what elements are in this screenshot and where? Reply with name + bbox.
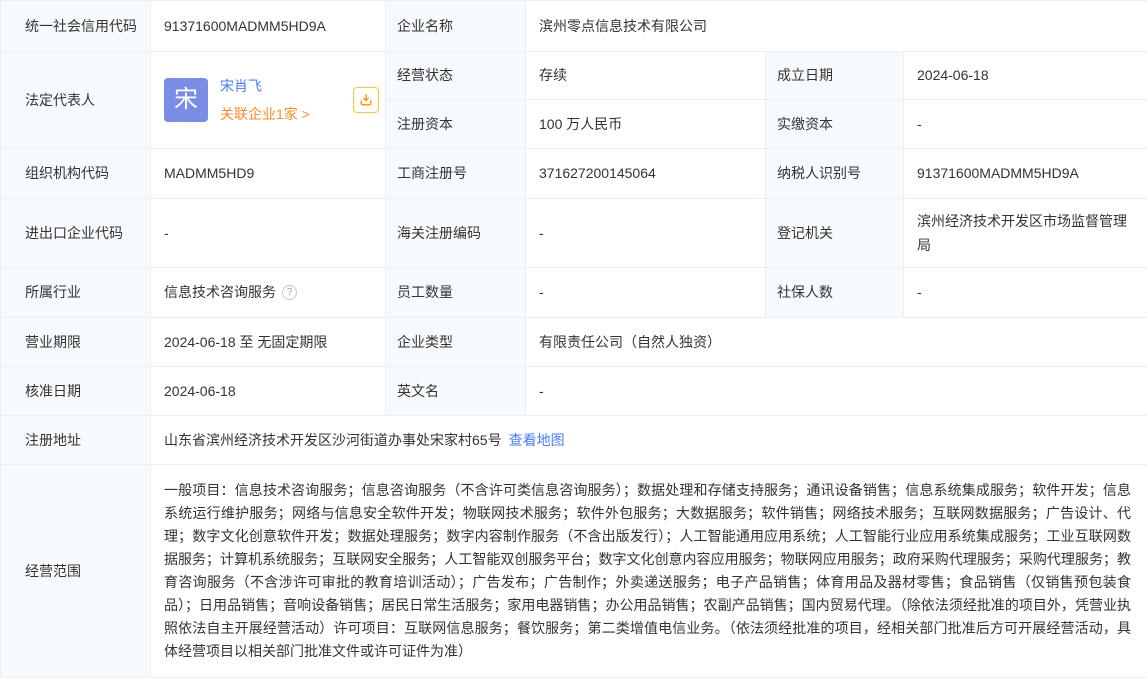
status-value: 存续 <box>526 52 766 100</box>
help-icon[interactable]: ? <box>282 285 297 300</box>
legal-rep-label: 法定代表人 <box>1 52 151 149</box>
employees-value: - <box>526 268 766 318</box>
establish-date-label: 成立日期 <box>766 52 904 100</box>
legal-rep-cell: 宋 宋肖飞 关联企业1家 > <box>151 52 386 149</box>
employees-label: 员工数量 <box>386 268 526 318</box>
company-name-label: 企业名称 <box>386 1 526 52</box>
biz-reg-no-label: 工商注册号 <box>386 149 526 199</box>
industry-cell: 信息技术咨询服务 ? <box>151 268 386 318</box>
credit-code-label: 统一社会信用代码 <box>1 1 151 52</box>
approval-date-value: 2024-06-18 <box>151 367 386 416</box>
registry-value: 滨州经济技术开发区市场监督管理局 <box>904 199 1147 268</box>
industry-value: 信息技术咨询服务 <box>164 282 276 302</box>
registry-label: 登记机关 <box>766 199 904 268</box>
address-cell: 山东省滨州经济技术开发区沙河街道办事处宋家村65号 查看地图 <box>151 416 1147 465</box>
legal-rep-info: 宋肖飞 关联企业1家 > <box>220 76 310 124</box>
biz-reg-no-value: 371627200145064 <box>526 149 766 199</box>
paid-capital-value: - <box>904 100 1147 149</box>
company-type-label: 企业类型 <box>386 318 526 367</box>
address-label: 注册地址 <box>1 416 151 465</box>
scope-label: 经营范围 <box>1 465 151 678</box>
scope-value: 一般项目：信息技术咨询服务；信息咨询服务（不含许可类信息咨询服务）；数据处理和存… <box>151 465 1147 678</box>
org-code-value: MADMM5HD9 <box>151 149 386 199</box>
customs-code-label: 海关注册编码 <box>386 199 526 268</box>
english-name-label: 英文名 <box>386 367 526 416</box>
credit-code-value: 91371600MADMM5HD9A <box>151 1 386 52</box>
org-code-label: 组织机构代码 <box>1 149 151 199</box>
company-graph-button[interactable] <box>353 87 379 113</box>
reg-capital-label: 注册资本 <box>386 100 526 149</box>
approval-date-label: 核准日期 <box>1 367 151 416</box>
legal-rep-avatar: 宋 <box>164 78 208 122</box>
legal-rep-name-link[interactable]: 宋肖飞 <box>220 76 310 96</box>
industry-label: 所属行业 <box>1 268 151 318</box>
address-value: 山东省滨州经济技术开发区沙河街道办事处宋家村65号 <box>164 430 502 450</box>
company-name-value: 滨州零点信息技术有限公司 <box>526 1 1147 52</box>
export-graph-icon <box>359 93 373 107</box>
term-label: 营业期限 <box>1 318 151 367</box>
english-name-value: - <box>526 367 1147 416</box>
insured-label: 社保人数 <box>766 268 904 318</box>
customs-code-value: - <box>526 199 766 268</box>
company-info-table: 统一社会信用代码 91371600MADMM5HD9A 企业名称 滨州零点信息技… <box>0 0 1147 678</box>
reg-capital-value: 100 万人民币 <box>526 100 766 149</box>
related-companies-link[interactable]: 关联企业1家 > <box>220 104 310 124</box>
paid-capital-label: 实缴资本 <box>766 100 904 149</box>
taxpayer-id-label: 纳税人识别号 <box>766 149 904 199</box>
term-value: 2024-06-18 至 无固定期限 <box>151 318 386 367</box>
insured-value: - <box>904 268 1147 318</box>
status-label: 经营状态 <box>386 52 526 100</box>
import-export-code-value: - <box>151 199 386 268</box>
taxpayer-id-value: 91371600MADMM5HD9A <box>904 149 1147 199</box>
import-export-code-label: 进出口企业代码 <box>1 199 151 268</box>
view-map-link[interactable]: 查看地图 <box>509 430 565 450</box>
company-type-value: 有限责任公司（自然人独资） <box>526 318 1147 367</box>
establish-date-value: 2024-06-18 <box>904 52 1147 100</box>
